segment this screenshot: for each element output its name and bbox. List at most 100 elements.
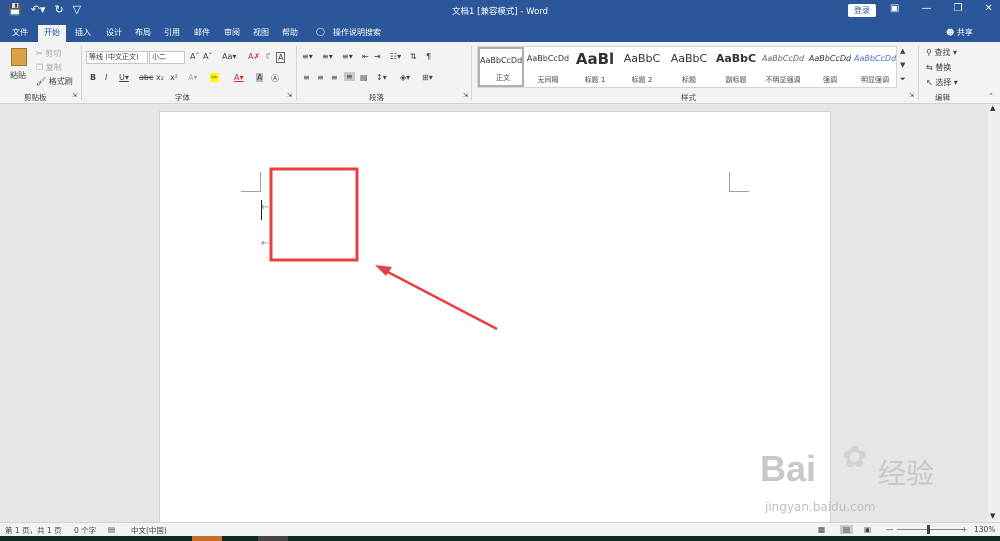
zoom-slider-thumb[interactable] [927, 525, 930, 534]
login-button[interactable]: 登录 [848, 4, 876, 17]
minimize-icon[interactable]: — [921, 3, 931, 14]
tab-home[interactable]: 开始 [38, 25, 66, 42]
ribbon-display-icon[interactable]: ▣ [890, 3, 899, 14]
styles-scroll-up-icon[interactable]: ▲ [900, 47, 905, 55]
style-normal[interactable]: AaBbCcDd 正文 [478, 47, 524, 87]
font-name-dropdown[interactable]: 等线 (中文正文) [86, 51, 148, 64]
align-center-icon[interactable]: ≡ [317, 73, 324, 82]
shading-icon[interactable]: ◈▾ [400, 73, 410, 82]
scroll-down-icon[interactable]: ▼ [990, 512, 995, 520]
taskbar-app[interactable] [192, 536, 222, 541]
styles-scroll-down-icon[interactable]: ▼ [900, 61, 905, 69]
paste-button[interactable]: 粘贴 [10, 70, 26, 81]
style-heading-2[interactable]: AaBbC 标题 2 [619, 47, 665, 87]
bold-icon[interactable]: B [90, 73, 96, 82]
tell-me-search[interactable]: 操作说明搜索 [333, 27, 381, 38]
zoom-out-icon[interactable]: — [886, 525, 894, 534]
clipboard-launcher-icon[interactable]: ⇲ [72, 92, 77, 99]
font-size-dropdown[interactable]: 小二 [149, 51, 185, 64]
distributed-icon[interactable]: ▤ [360, 73, 368, 82]
line-spacing-icon[interactable]: ↕▾ [376, 73, 387, 82]
phonetic-guide-icon[interactable]: 『 [262, 52, 270, 63]
justify-icon[interactable]: ≡ [344, 72, 355, 81]
paste-icon[interactable] [11, 48, 27, 66]
select-button[interactable]: ↖ 选择 ▾ [926, 77, 958, 88]
show-marks-icon[interactable]: ¶ [426, 52, 431, 61]
copy-button[interactable]: ❐ 复制 [36, 62, 62, 73]
find-button[interactable]: ⚲ 查找 ▾ [926, 47, 957, 58]
replace-button[interactable]: ⇆ 替换 [926, 62, 951, 73]
style-emphasis[interactable]: AaBbCcDd 强调 [807, 47, 853, 87]
tab-design[interactable]: 设计 [106, 27, 122, 38]
subscript-icon[interactable]: x₂ [156, 73, 164, 82]
styles-launcher-icon[interactable]: ⇲ [909, 92, 914, 99]
tab-references[interactable]: 引用 [164, 27, 180, 38]
borders-icon[interactable]: ⊞▾ [422, 73, 433, 82]
tab-layout[interactable]: 布局 [135, 27, 151, 38]
clear-format-icon[interactable]: A✗ [248, 52, 260, 61]
paragraph-launcher-icon[interactable]: ⇲ [463, 92, 468, 99]
style-title[interactable]: AaBbC 标题 [666, 47, 712, 87]
shrink-font-icon[interactable]: Aˇ [203, 52, 212, 61]
scroll-up-icon[interactable]: ▲ [990, 104, 995, 112]
close-icon[interactable]: ✕ [984, 3, 992, 14]
proofing-icon[interactable]: ▤ [108, 525, 115, 534]
sort-icon[interactable]: ⇅ [410, 52, 417, 61]
char-border-icon[interactable]: A [276, 52, 286, 63]
tab-file[interactable]: 文件 [12, 27, 28, 38]
clipboard-group-label: 剪贴板 [24, 93, 47, 102]
tab-review[interactable]: 审阅 [224, 27, 240, 38]
word-count[interactable]: 0 个字 [74, 525, 96, 536]
language[interactable]: 中文(中国) [131, 525, 167, 536]
strikethrough-icon[interactable]: abc [139, 73, 153, 82]
underline-icon[interactable]: U▾ [119, 73, 129, 82]
tab-mailings[interactable]: 邮件 [194, 27, 210, 38]
tab-help[interactable]: 帮助 [282, 27, 298, 38]
style-name: 明显强调 [861, 76, 889, 84]
styles-group-label: 样式 [681, 93, 696, 102]
text-effects-icon[interactable]: A▾ [188, 73, 198, 82]
font-color-icon[interactable]: A▾ [234, 73, 244, 82]
char-shading-icon[interactable]: A [256, 73, 264, 82]
align-right-icon[interactable]: ≡ [331, 73, 338, 82]
style-heading-1[interactable]: AaBl 标题 1 [572, 47, 618, 87]
bullets-icon[interactable]: ≡▾ [302, 52, 313, 61]
styles-more-icon[interactable]: ⏷ [900, 75, 906, 84]
grow-font-icon[interactable]: Aˆ [190, 52, 199, 61]
page-count[interactable]: 第 1 页，共 1 页 [5, 525, 62, 536]
tab-view[interactable]: 视图 [253, 27, 269, 38]
zoom-level[interactable]: 130% [974, 525, 995, 534]
format-painter-button[interactable]: 🖌 格式刷 [36, 76, 73, 87]
highlight-box [269, 167, 359, 262]
tab-insert[interactable]: 插入 [75, 27, 91, 38]
style-intense-emphasis[interactable]: AaBbCcDd 明显强调 [854, 47, 896, 87]
print-layout-icon[interactable]: ▤ [840, 525, 854, 534]
web-layout-icon[interactable]: ▣ [864, 525, 871, 534]
multilevel-list-icon[interactable]: ≡▾ [342, 52, 353, 61]
chinese-layout-icon[interactable]: ☷▾ [390, 52, 401, 61]
separator [918, 46, 919, 100]
decrease-indent-icon[interactable]: ⇤ [362, 52, 369, 61]
read-mode-icon[interactable]: ▩ [818, 525, 825, 534]
zoom-slider[interactable] [897, 529, 963, 530]
style-name: 正文 [496, 74, 510, 82]
style-subtle-emphasis[interactable]: AaBbCcDd 不明显强调 [760, 47, 806, 87]
share-button[interactable]: ☻ 共享 [946, 27, 973, 38]
italic-icon[interactable]: I [105, 73, 107, 82]
superscript-icon[interactable]: x² [170, 73, 178, 82]
change-case-icon[interactable]: Aa▾ [222, 52, 236, 61]
cut-button[interactable]: ✂ 剪切 [36, 48, 61, 59]
restore-icon[interactable]: ❐ [953, 3, 962, 14]
style-subtitle[interactable]: AaBbC 副标题 [713, 47, 759, 87]
align-left-icon[interactable]: ≡ [303, 73, 310, 82]
style-no-spacing[interactable]: AaBbCcDd 无间隔 [525, 47, 571, 87]
numbering-icon[interactable]: ≡▾ [322, 52, 333, 61]
vertical-scrollbar[interactable]: ▲ ▼ [988, 104, 1000, 522]
collapse-ribbon-icon[interactable]: ⌃ [988, 92, 994, 100]
enclose-char-icon[interactable]: Ⓐ [271, 73, 279, 84]
taskbar-app[interactable] [258, 536, 288, 541]
font-launcher-icon[interactable]: ⇲ [287, 92, 292, 99]
increase-indent-icon[interactable]: ⇥ [374, 52, 381, 61]
highlight-icon[interactable]: ✑ [210, 73, 219, 82]
zoom-in-icon[interactable]: + [961, 525, 967, 534]
